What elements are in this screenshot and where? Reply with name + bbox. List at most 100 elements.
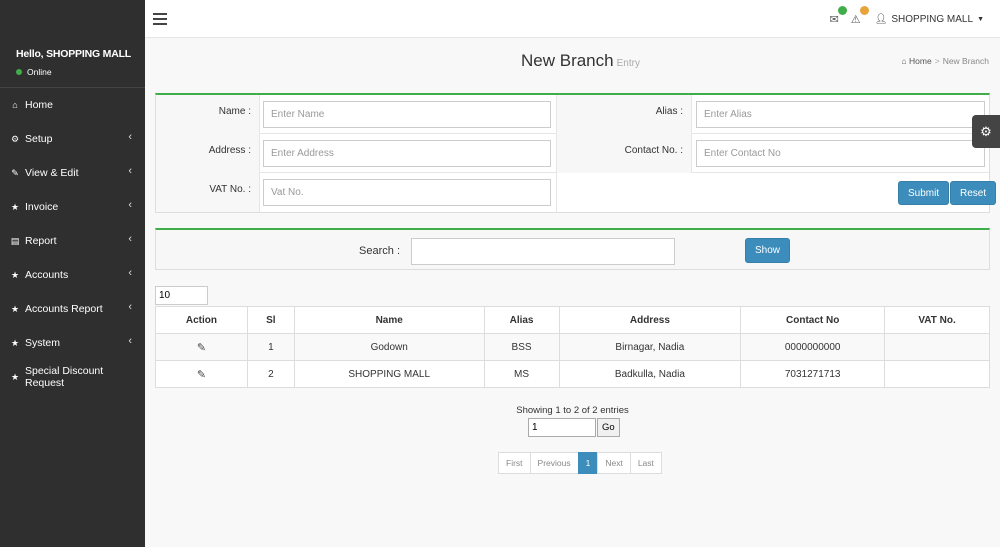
user-panel: Hello, SHOPPING MALL Online [0,0,145,88]
column-header-alias[interactable]: Alias [483,306,560,334]
sidebar: Hello, SHOPPING MALL Online ⌂ Home ⚙ Setup… [0,0,145,547]
user-status-label: Online [27,67,52,77]
sidebar-item-label: Accounts Report [25,303,103,315]
table-row: ✎ 2 SHOPPING MALL MS Badkulla, Nadia 703… [155,360,990,388]
branch-form: Name : Alias : Address : Contact No. : V… [155,93,997,213]
submit-button[interactable]: Submit [898,181,950,205]
user-status: Online [16,67,145,77]
divider [259,95,260,134]
chevron-left-icon: ‹ [128,199,132,211]
pager-page-1[interactable]: 1 [577,452,599,474]
user-menu[interactable]: 👤︎ SHOPPING MALL ▼ [875,14,984,25]
breadcrumb-separator: > [934,56,940,66]
sidebar-item-accounts[interactable]: ★ Accounts ‹ [0,258,145,292]
sidebar-item-label: Accounts [25,269,69,281]
branch-table: Action Sl Name Alias Address Contact No … [155,306,990,388]
page-title: New Branch Entry [521,51,640,71]
page-length-input[interactable] [155,286,208,305]
sidebar-item-label: System [25,337,61,349]
search-label: Search : [359,245,400,257]
contact-label: Contact No. : [557,134,691,173]
goto-page: Go [528,418,620,437]
action-cell: ✎ [155,333,248,361]
go-button[interactable]: Go [597,418,620,437]
divider [259,173,260,212]
column-header-sl[interactable]: Sl [246,306,295,334]
alias-cell: MS [483,360,560,388]
online-dot-icon [16,69,22,75]
page-subtitle: Entry [616,58,640,69]
search-input[interactable] [411,238,675,265]
sidebar-item-label: View & Edit [25,167,79,179]
hamburger-menu-icon[interactable] [153,13,167,28]
alias-input[interactable] [696,101,985,128]
chevron-left-icon: ‹ [128,165,132,177]
caret-down-icon: ▼ [977,15,984,23]
content-area: New Branch Entry ⌂ Home > New Branch Name :… [145,38,1000,547]
chevron-left-icon: ‹ [128,233,132,245]
edit-icon[interactable]: ✎ [197,342,206,354]
contact-input[interactable] [696,140,985,167]
gear-icon[interactable]: ⚙ [972,115,1000,148]
sl-cell: 2 [246,360,295,388]
form-row-name-alias: Name : Alias : [156,95,989,134]
search-panel: Search : Show [155,228,990,270]
table-info: Showing 1 to 2 of 2 entries [516,405,629,416]
chevron-left-icon: ‹ [128,301,132,313]
vat-cell [884,360,990,388]
column-header-address[interactable]: Address [558,306,742,334]
sidebar-item-system[interactable]: ★ System ‹ [0,326,145,360]
sidebar-item-home[interactable]: ⌂ Home [0,88,145,122]
pager-previous[interactable]: Previous [529,452,579,474]
sidebar-item-label: Setup [25,133,53,145]
edit-icon[interactable]: ✎ [197,369,206,381]
top-icons: ✉ ⚠ 👤︎ SHOPPING MALL ▼ [830,0,1000,38]
address-cell: Birnagar, Nadia [558,333,742,361]
sl-cell: 1 [246,333,295,361]
pager-last[interactable]: Last [629,452,662,474]
alias-label: Alias : [557,95,691,134]
address-label: Address : [156,134,259,173]
sidebar-item-invoice[interactable]: ★ Invoice ‹ [0,190,145,224]
column-header-contact[interactable]: Contact No [740,306,886,334]
divider [556,173,557,212]
sidebar-item-report[interactable]: ▤ Report ‹ [0,224,145,258]
pager-next[interactable]: Next [597,452,631,474]
breadcrumb-home[interactable]: Home [909,56,932,66]
star-icon: ★ [10,269,20,280]
sidebar-item-special-discount[interactable]: ★ Special Discount Request [0,360,145,394]
file-icon: ▤ [10,235,20,246]
divider [691,134,692,173]
messages-badge [837,5,847,15]
vat-cell [884,333,990,361]
column-header-name[interactable]: Name [293,306,485,334]
vat-input[interactable] [263,179,551,206]
pager-first[interactable]: First [498,452,531,474]
sidebar-item-view-edit[interactable]: ✎ View & Edit ‹ [0,156,145,190]
reset-button[interactable]: Reset [950,181,997,205]
goto-page-input[interactable] [528,418,596,437]
name-input[interactable] [263,101,551,128]
action-cell: ✎ [155,360,248,388]
table-header-row: Action Sl Name Alias Address Contact No … [155,306,990,334]
sidebar-item-accounts-report[interactable]: ★ Accounts Report ‹ [0,292,145,326]
cogs-icon: ⚙ [10,133,20,144]
show-button[interactable]: Show [745,238,791,263]
star-icon: ★ [10,201,20,212]
form-row-address-contact: Address : Contact No. : [156,134,989,173]
vat-label: VAT No. : [156,173,259,212]
contact-cell: 0000000000 [740,333,886,361]
name-label: Name : [156,95,259,134]
user-menu-label: SHOPPING MALL [891,13,974,25]
sidebar-item-setup[interactable]: ⚙ Setup ‹ [0,122,145,156]
sidebar-item-label: Special Discount Request [24,365,104,389]
column-header-vat[interactable]: VAT No. [884,306,990,334]
alert-icon[interactable]: ⚠ [851,5,869,26]
divider [691,95,692,134]
alias-cell: BSS [483,333,560,361]
form-row-vat: VAT No. : Submit Reset [156,173,997,212]
address-input[interactable] [263,140,551,167]
column-header-action[interactable]: Action [155,306,248,334]
messages-icon[interactable]: ✉ [830,5,847,26]
star-icon: ★ [10,337,20,348]
